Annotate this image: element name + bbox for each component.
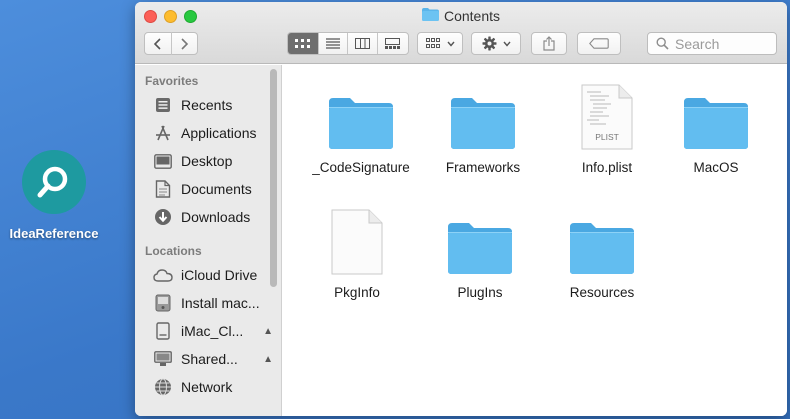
sidebar-item-label: Shared... [181,351,238,367]
window-title: Contents [135,8,787,24]
file-name: PkgInfo [334,285,380,300]
group-by-button[interactable] [417,32,463,55]
sidebar-item-label: Downloads [181,209,251,225]
tag-icon [589,38,609,49]
eject-icon[interactable]: ▲ [263,326,273,337]
folder-icon [447,195,513,275]
file-item[interactable]: _CodeSignature [301,70,421,175]
file-name: MacOS [693,160,739,175]
documents-icon [153,179,173,199]
share-button[interactable] [531,32,567,55]
display-icon [153,349,173,369]
eject-icon[interactable]: ▲ [263,354,273,365]
tags-button[interactable] [577,32,621,55]
file-name: _CodeSignature [312,160,410,175]
list-view-button[interactable] [319,33,349,54]
sidebar-scrollbar[interactable] [270,69,277,287]
cloud-icon [153,265,173,285]
folder-icon [328,70,394,150]
folder-icon [450,70,516,150]
column-view-button[interactable] [348,33,378,54]
file-item[interactable]: Frameworks [423,70,543,175]
file-item[interactable]: PLIST Info.plist [547,70,667,175]
gear-icon [482,36,496,51]
drive-icon [153,321,173,341]
folder-icon [569,195,635,275]
plist-badge: PLIST [595,132,619,142]
sidebar-item-network[interactable]: Network [153,377,273,397]
back-forward-control [144,32,198,55]
sidebar-item-install-mac[interactable]: Install mac... [153,293,273,313]
favorites-heading: Favorites [145,74,199,88]
desktop-icon-label: IdeaReference [9,226,99,241]
back-button[interactable] [145,32,172,55]
sidebar-item-label: Network [181,379,233,395]
sidebar-item-label: Applications [181,125,257,141]
applications-icon [153,123,173,143]
sidebar-item-label: iMac_Cl... [181,323,244,339]
window-title-text: Contents [443,8,501,24]
file-item[interactable]: PlugIns [420,195,540,300]
sidebar-item-icloud-drive[interactable]: iCloud Drive [153,265,273,285]
downloads-icon [153,207,173,227]
sidebar-item-label: Desktop [181,153,233,169]
desktop-app-icon[interactable]: IdeaReference [6,150,102,241]
search-field[interactable]: Search [647,32,777,55]
columns-icon [354,38,370,49]
sidebar-item-imac[interactable]: iMac_Cl... ▲ [153,321,273,341]
sidebar-item-label: Documents [181,181,252,197]
sidebar-item-downloads[interactable]: Downloads [153,207,273,227]
action-menu-button[interactable] [471,32,521,55]
icon-view-button[interactable] [288,33,319,54]
sidebar: Favorites Recents Applications Desktop D… [135,65,282,416]
group-grid-icon [425,38,440,48]
chevron-right-icon [181,37,188,50]
toolbar: Contents Search [135,2,787,64]
desktop-icon [153,151,173,171]
sidebar-item-documents[interactable]: Documents [153,179,273,199]
folder-icon [421,8,439,24]
file-browser: _CodeSignature Frameworks PLIST Info.pli… [283,65,787,416]
share-icon [543,36,555,51]
chevron-left-icon [154,37,161,50]
file-item[interactable]: Resources [542,195,662,300]
sidebar-item-recents[interactable]: Recents [153,95,273,115]
sidebar-item-label: Recents [181,97,233,113]
file-name: Frameworks [445,160,521,175]
search-icon [656,37,669,50]
chevron-down-icon [502,41,511,47]
locations-heading: Locations [145,244,202,258]
document-icon [331,195,383,275]
magnifier-icon [22,150,86,214]
chevron-down-icon [446,41,455,47]
disk-image-icon [153,293,173,313]
recents-icon [153,95,173,115]
icon-grid-icon [295,38,311,48]
sidebar-item-shared[interactable]: Shared... ▲ [153,349,273,369]
network-icon [153,377,173,397]
file-item[interactable]: MacOS [656,70,776,175]
sidebar-item-applications[interactable]: Applications [153,123,273,143]
finder-window: Contents Search Favorites Recents Applic… [135,2,787,416]
sidebar-item-label: Install mac... [181,295,260,311]
gallery-icon [385,38,401,49]
file-name: PlugIns [457,285,503,300]
folder-icon [683,70,749,150]
file-item[interactable]: PkgInfo [297,195,417,300]
forward-button[interactable] [172,32,198,55]
search-placeholder: Search [675,35,720,52]
gallery-view-button[interactable] [378,33,408,54]
list-icon [325,38,340,49]
file-name: Info.plist [581,160,633,175]
sidebar-item-label: iCloud Drive [181,267,258,283]
sidebar-item-desktop[interactable]: Desktop [153,151,273,171]
file-name: Resources [569,285,635,300]
view-mode-control [287,32,409,55]
